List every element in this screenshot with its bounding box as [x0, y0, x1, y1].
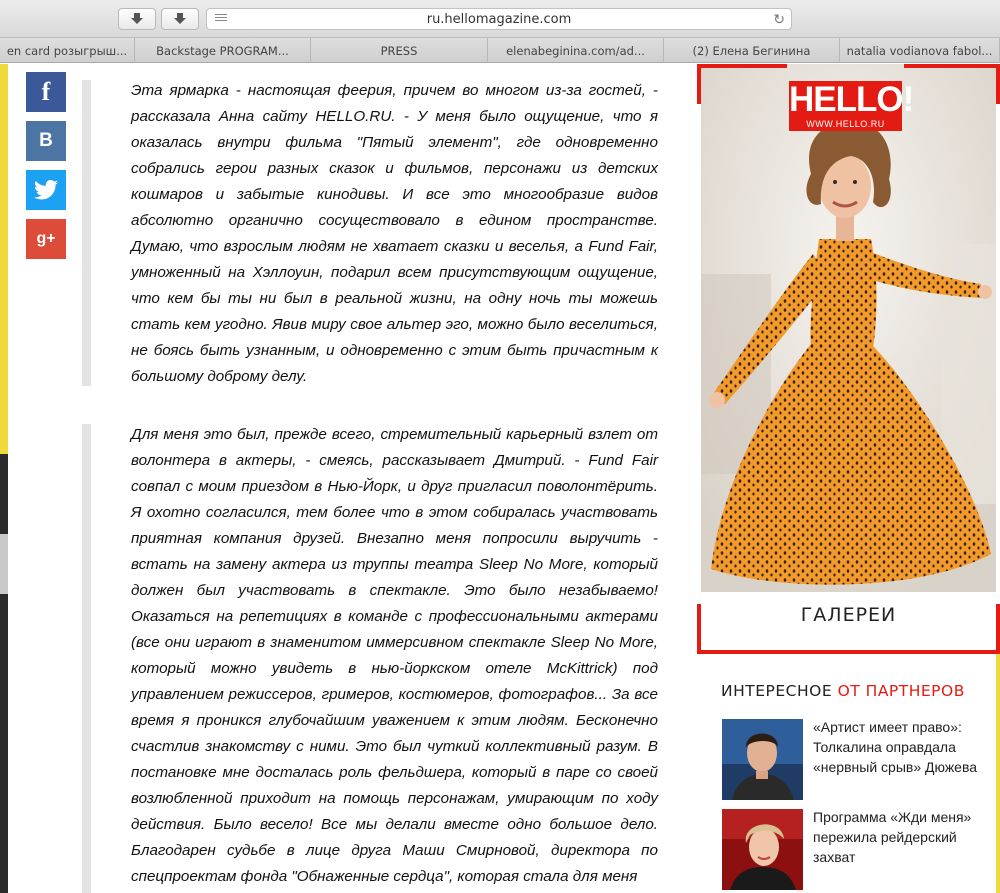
twitter-share-button[interactable] [26, 170, 66, 210]
gallery-ad-banner[interactable]: HELLO! WWW.HELLO.RU ГАЛЕРЕИ [697, 64, 1000, 654]
vk-share-button[interactable]: B [26, 121, 66, 161]
gallery-label: ГАЛЕРЕИ [800, 604, 897, 626]
address-bar[interactable]: ru.hellomagazine.com ↻ [206, 8, 792, 30]
bookmark-item[interactable]: elenabeginina.com/ad... [488, 38, 664, 63]
download-icon [174, 13, 186, 24]
article-paragraph: Для меня это был, прежде всего, стремите… [131, 426, 658, 885]
facebook-icon: f [41, 77, 51, 106]
google-plus-icon: g+ [36, 230, 56, 247]
article-paragraph: Эта ярмарка - настоящая феерия, причем в… [131, 82, 658, 385]
download-button[interactable] [118, 8, 156, 30]
partner-thumbnail[interactable] [722, 809, 803, 890]
partner-link-text[interactable]: «Артист имеет право»: Толкалина оправдал… [813, 717, 983, 777]
hello-logo: HELLO! WWW.HELLO.RU [789, 80, 914, 131]
quote-bar [82, 424, 91, 893]
page-content: f B g+ Эта ярмарка - настоящая феерия, п… [0, 64, 1000, 893]
bookmark-item[interactable]: (2) Елена Бегинина [664, 38, 840, 63]
download-button-2[interactable] [161, 8, 199, 30]
bookmark-item[interactable]: natalia vodianova fabol... [840, 38, 1000, 63]
vk-icon: B [39, 130, 53, 151]
partner-link-text[interactable]: Программа «Жди меня» пережила рейдерский… [813, 807, 983, 867]
bookmark-item[interactable]: en card розыгрыш... [0, 38, 135, 63]
facebook-share-button[interactable]: f [26, 72, 66, 112]
partner-thumbnail[interactable] [722, 719, 803, 800]
quote-bar [82, 80, 91, 386]
url-text: ru.hellomagazine.com [426, 12, 572, 27]
ad-frame [697, 64, 1000, 654]
google-plus-share-button[interactable]: g+ [26, 219, 66, 259]
twitter-icon [34, 180, 58, 200]
bookmarks-bar: en card розыгрыш... Backstage PROGRAM...… [0, 38, 1000, 63]
bookmark-item[interactable]: PRESS [311, 38, 488, 63]
download-icon [131, 13, 143, 24]
partners-section-title: ИНТЕРЕСНОЕ ОТ ПАРТНЕРОВ [721, 682, 965, 700]
bookmark-item[interactable]: Backstage PROGRAM... [135, 38, 311, 63]
man-portrait-image [722, 719, 803, 800]
woman-portrait-image [722, 809, 803, 890]
left-decor-strip [0, 64, 8, 893]
browser-toolbar: ru.hellomagazine.com ↻ [0, 0, 1000, 38]
reload-icon[interactable]: ↻ [773, 11, 785, 28]
